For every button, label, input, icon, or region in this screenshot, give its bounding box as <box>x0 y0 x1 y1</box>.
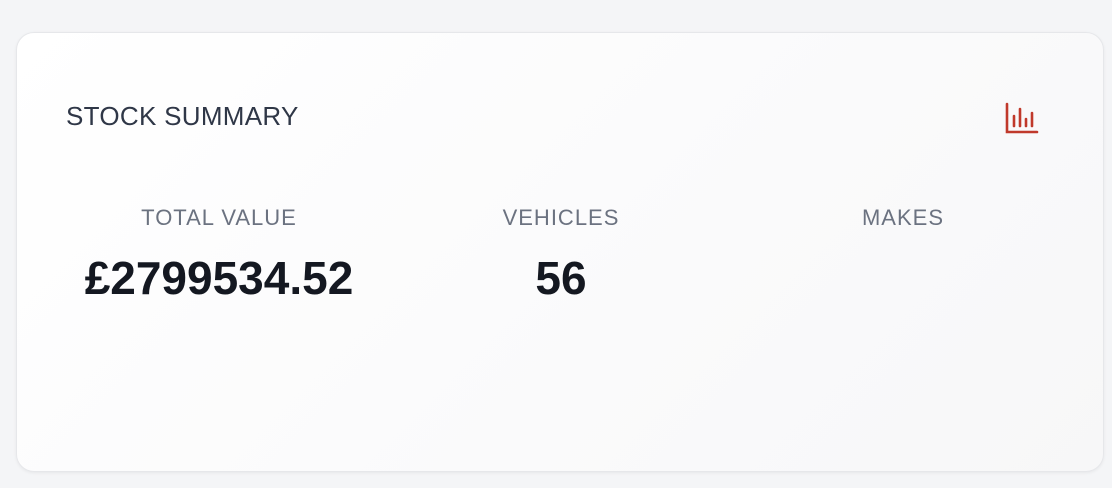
stat-label: TOTAL VALUE <box>141 205 297 230</box>
stat-total-value: TOTAL VALUE £2799534.52 <box>69 205 369 310</box>
stat-label: MAKES <box>861 205 945 230</box>
stock-summary-card: STOCK SUMMARY TOTAL VALUE £2799534.52 VE… <box>16 32 1104 472</box>
stat-value: £2799534.52 <box>84 252 354 304</box>
bar-chart-icon[interactable] <box>1003 99 1041 137</box>
card-title: STOCK SUMMARY <box>66 101 299 131</box>
stat-label: VEHICLES <box>502 205 620 230</box>
stat-value: 56 <box>535 252 587 304</box>
stat-vehicles: VEHICLES 56 <box>411 205 711 310</box>
stat-makes: MAKES <box>753 205 1053 247</box>
